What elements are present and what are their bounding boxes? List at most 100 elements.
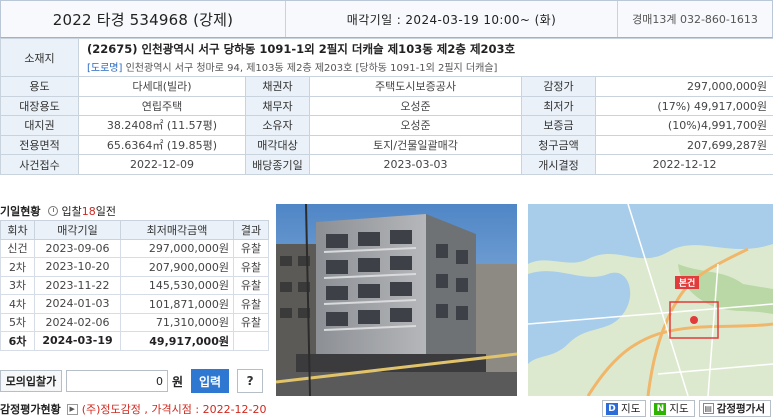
naver-map-button[interactable]: N 지도 — [650, 400, 695, 417]
value-exclusive-area: 65.6364㎡ (19.85평) — [78, 134, 246, 156]
date-cell: 2024-02-06 — [34, 312, 121, 332]
round-cell: 4차 — [0, 294, 35, 314]
price-cell: 49,917,000원 — [120, 331, 234, 351]
table-row: 3차 2023-11-22 145,530,000원 유찰 — [0, 275, 269, 295]
col-min-price: 최저매각금액 — [120, 220, 234, 240]
label-creditor: 채권자 — [245, 76, 310, 97]
appraisal-line: 감정평가현황 ▶ (주)정도감정 , 가격시점 : 2022-12-20 — [0, 401, 267, 417]
table-row: 5차 2024-02-06 71,310,000원 유찰 — [0, 312, 269, 332]
price-cell: 145,530,000원 — [120, 275, 234, 295]
sale-history-table: 회차 매각기일 최저매각금액 결과 신건 2023-09-06 297,000,00… — [0, 220, 269, 351]
value-appraisal-price: 297,000,000원 — [594, 76, 773, 97]
price-cell: 101,871,000원 — [120, 294, 234, 314]
price-cell: 207,900,000원 — [120, 257, 234, 277]
mock-bid-row: 모의입찰가 원 입력 ? — [0, 369, 264, 393]
mock-bid-input[interactable] — [66, 370, 168, 392]
expand-arrow-icon[interactable]: ▶ — [66, 403, 78, 415]
value-usage: 다세대(빌라) — [78, 76, 246, 97]
value-case-received: 2022-12-09 — [78, 154, 246, 175]
value-debtor: 오성준 — [309, 95, 522, 117]
date-cell: 2024-03-19 — [34, 331, 121, 351]
date-cell: 2023-11-22 — [34, 275, 121, 295]
daum-logo-icon: D — [606, 402, 619, 415]
sale-date: 매각기일 : 2024-03-19 10:00~ (화) — [286, 1, 618, 37]
value-dividend-deadline: 2023-03-03 — [309, 154, 522, 175]
round-cell: 신건 — [0, 238, 35, 258]
help-button[interactable]: ? — [237, 369, 264, 393]
map-marker-label: 본건 — [679, 277, 696, 289]
appraisal-note: (주)정도감정 , 가격시점 : 2022-12-20 — [81, 403, 267, 416]
value-minimum-price: (17%) 49,917,000원 — [594, 95, 773, 117]
label-exclusive-area: 전용면적 — [0, 134, 79, 156]
building-photo-image — [276, 204, 517, 396]
info-row: 사건접수 2022-12-09 배당종기일 2023-03-03 개시결정 20… — [0, 154, 773, 175]
info-row: 대장용도 연립주택 채무자 오성준 최저가 (17%) 49,917,000원 — [0, 95, 773, 117]
label-debtor: 채무자 — [245, 95, 310, 117]
result-cell: 유찰 — [233, 312, 269, 332]
appraisal-report-label: 감정평가서 — [716, 403, 765, 415]
label-deposit: 보증금 — [521, 115, 596, 136]
label-register-usage: 대장용도 — [0, 95, 79, 117]
dday-count: 18 — [81, 204, 96, 218]
table-row-current: 6차 2024-03-19 49,917,000원 — [0, 331, 269, 351]
result-cell: 유찰 — [233, 238, 269, 258]
property-photo[interactable] — [276, 204, 517, 396]
currency-unit: 원 — [172, 374, 184, 389]
info-row: 전용면적 65.6364㎡ (19.85평) 매각대상 토지/건물일괄매각 청구… — [0, 134, 773, 156]
address-row: 소재지 (22675) 인천광역시 서구 당하동 1091-1외 2필지 더캐슬… — [0, 38, 773, 77]
value-creditor: 주택도시보증공사 — [309, 76, 522, 97]
label-dividend-deadline: 배당종기일 — [245, 154, 310, 175]
value-register-usage: 연립주택 — [78, 95, 246, 117]
date-cell: 2023-09-06 — [34, 238, 121, 258]
info-row: 용도 다세대(빌라) 채권자 주택도시보증공사 감정가 297,000,000원 — [0, 76, 773, 97]
mock-bid-label: 모의입찰가 — [0, 370, 62, 392]
value-commencement: 2022-12-12 — [594, 154, 773, 175]
round-cell: 6차 — [0, 331, 35, 351]
map-image: 본건 — [528, 204, 773, 396]
address-main: (22675) 인천광역시 서구 당하동 1091-1외 2필지 더캐슬 제10… — [87, 42, 516, 56]
result-cell — [233, 331, 269, 351]
col-round: 회차 — [0, 220, 35, 240]
value-claim-amount: 207,699,287원 — [594, 134, 773, 156]
price-cell: 297,000,000원 — [120, 238, 234, 258]
property-info-table: 소재지 (22675) 인천광역시 서구 당하동 1091-1외 2필지 더캐슬… — [0, 38, 773, 175]
round-cell: 2차 — [0, 257, 35, 277]
table-row: 4차 2024-01-03 101,871,000원 유찰 — [0, 294, 269, 314]
label-commencement: 개시결정 — [521, 154, 596, 175]
result-cell: 유찰 — [233, 257, 269, 277]
map-buttons: D 지도 N 지도 ▤ 감정평가서 — [602, 400, 771, 417]
round-cell: 3차 — [0, 275, 35, 295]
price-cell: 71,310,000원 — [120, 312, 234, 332]
value-sale-target: 토지/건물일괄매각 — [309, 134, 522, 156]
road-address: 인천광역시 서구 청마로 94, 제103동 제2층 제203호 [당하동 10… — [125, 63, 498, 74]
result-cell: 유찰 — [233, 275, 269, 295]
case-header: 2022 타경 534968 (강제) 매각기일 : 2024-03-19 10… — [0, 0, 773, 38]
value-deposit: (10%)4,991,700원 — [594, 115, 773, 136]
info-row: 대지권 38.2408㎡ (11.57평) 소유자 오성준 보증금 (10%)4… — [0, 115, 773, 136]
appraisal-report-button[interactable]: ▤ 감정평가서 — [698, 400, 771, 417]
label-land-right: 대지권 — [0, 115, 79, 136]
round-cell: 5차 — [0, 312, 35, 332]
naver-map-label: 지도 — [669, 403, 689, 415]
bid-submit-button[interactable]: 입력 — [191, 369, 230, 393]
table-row: 신건 2023-09-06 297,000,000원 유찰 — [0, 238, 269, 258]
label-minimum-price: 최저가 — [521, 95, 596, 117]
dday-prefix: 입찰 — [61, 205, 82, 218]
location-map[interactable]: 본건 — [528, 204, 773, 396]
daum-map-label: 지도 — [621, 403, 641, 415]
label-owner: 소유자 — [245, 115, 310, 136]
history-header: 기일현황 입찰 18 일전 — [0, 202, 116, 220]
clock-icon — [48, 206, 59, 216]
road-address-link[interactable]: [도로명] — [87, 63, 122, 74]
appraisal-title: 감정평가현황 — [0, 403, 61, 416]
address-label: 소재지 — [0, 38, 79, 77]
daum-map-button[interactable]: D 지도 — [602, 400, 647, 417]
result-cell: 유찰 — [233, 294, 269, 314]
label-usage: 용도 — [0, 76, 79, 97]
value-owner: 오성준 — [309, 115, 522, 136]
label-appraisal-price: 감정가 — [521, 76, 596, 97]
label-claim-amount: 청구금액 — [521, 134, 596, 156]
case-number: 2022 타경 534968 (강제) — [1, 1, 286, 37]
label-sale-target: 매각대상 — [245, 134, 310, 156]
court-contact: 경매13계 032-860-1613 — [632, 13, 758, 26]
